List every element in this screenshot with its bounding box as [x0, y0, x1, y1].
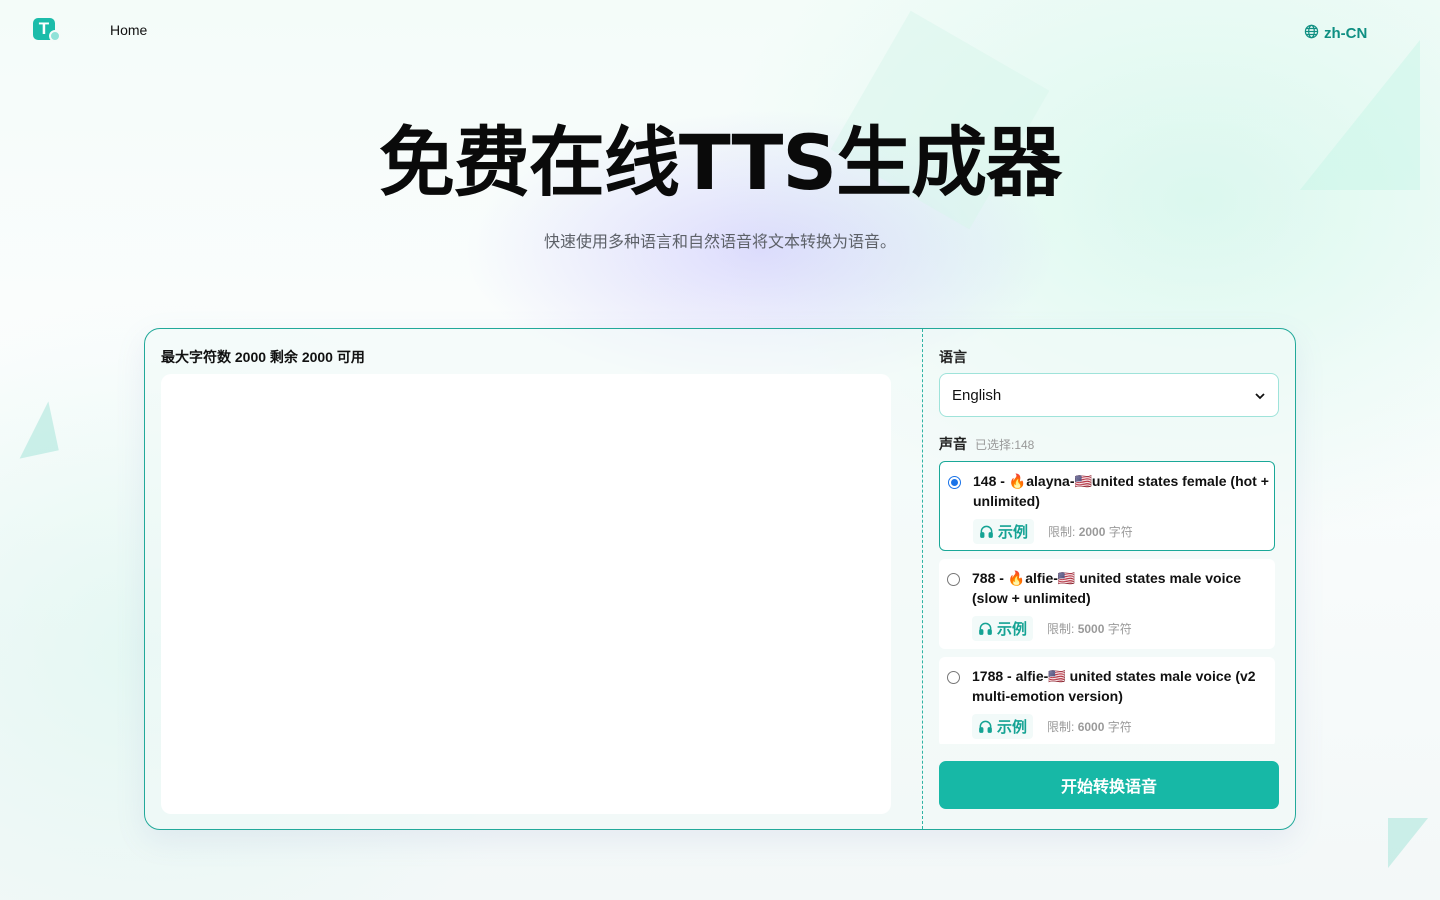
voice-name: 788 - 🔥alfie-🇺🇸 united states male voice…: [972, 570, 1242, 606]
language-label: 语言: [939, 349, 967, 365]
start-convert-button[interactable]: 开始转换语音: [939, 761, 1279, 809]
limit-unit: 字符: [1108, 525, 1133, 539]
globe-icon: [1304, 24, 1319, 43]
logo-dot-icon: [49, 30, 61, 42]
top-nav: T Home zh-CN: [0, 0, 1440, 64]
limit-prefix: 限制:: [1048, 525, 1076, 539]
limit-value: 5000: [1077, 622, 1105, 636]
sample-button[interactable]: 示例: [972, 714, 1034, 739]
language-select[interactable]: English: [939, 373, 1279, 417]
tts-panel: 最大字符数 2000 剩余 2000 可用 语言 English 声音 已选择:…: [144, 328, 1296, 830]
headphones-icon: [979, 720, 992, 733]
voice-meta: 示例 限制: 5000 字符: [972, 616, 1132, 641]
nav-home-link[interactable]: Home: [110, 22, 147, 38]
voice-option[interactable]: 148 - 🔥alayna-🇺🇸united states female (ho…: [939, 461, 1275, 551]
hero: 免费在线TTS生成器 快速使用多种语言和自然语音将文本转换为语音。: [0, 118, 1440, 252]
voice-radio[interactable]: [947, 671, 960, 684]
language-switch-label: zh-CN: [1324, 25, 1368, 42]
language-switcher[interactable]: zh-CN: [1304, 24, 1367, 43]
logo[interactable]: T: [33, 18, 61, 44]
voice-header: 声音 已选择:148: [939, 434, 1034, 454]
sample-label: 示例: [997, 719, 1028, 736]
sample-button[interactable]: 示例: [973, 519, 1035, 544]
headphones-icon: [980, 525, 993, 538]
voice-label: 声音: [939, 436, 967, 452]
voice-list[interactable]: 148 - 🔥alayna-🇺🇸united states female (ho…: [939, 461, 1275, 744]
voice-option[interactable]: 1788 - alfie-🇺🇸 united states male voice…: [939, 657, 1275, 744]
page-subtitle: 快速使用多种语言和自然语音将文本转换为语音。: [543, 234, 896, 251]
limit-prefix: 限制:: [1047, 622, 1075, 636]
voice-selected-text: 已选择:148: [975, 438, 1035, 452]
decorative-shape: [9, 401, 59, 459]
sample-button[interactable]: 示例: [972, 616, 1034, 641]
panel-divider: [922, 329, 923, 829]
char-count-info: 最大字符数 2000 剩余 2000 可用: [161, 349, 365, 365]
voice-limit: 限制: 2000 字符: [1048, 523, 1133, 540]
chevron-down-icon: [1254, 389, 1266, 401]
settings-section: 语言 English 声音 已选择:148 148 - 🔥alayna-🇺🇸un…: [939, 347, 1279, 809]
voice-meta: 示例 限制: 6000 字符: [972, 714, 1132, 739]
voice-name: 1788 - alfie-🇺🇸 united states male voice…: [972, 668, 1256, 704]
limit-prefix: 限制:: [1047, 720, 1075, 734]
sample-label: 示例: [998, 524, 1029, 541]
voice-name: 148 - 🔥alayna-🇺🇸united states female (ho…: [973, 473, 1269, 509]
voice-meta: 示例 限制: 2000 字符: [973, 519, 1133, 544]
decorative-shape: [1388, 818, 1428, 868]
voice-limit: 限制: 6000 字符: [1047, 718, 1132, 735]
voice-radio[interactable]: [947, 573, 960, 586]
voice-radio[interactable]: [948, 476, 961, 489]
sample-label: 示例: [997, 621, 1028, 638]
voice-option[interactable]: 788 - 🔥alfie-🇺🇸 united states male voice…: [939, 559, 1275, 649]
language-select-value: English: [952, 386, 1002, 404]
text-input[interactable]: [161, 374, 891, 814]
limit-unit: 字符: [1107, 622, 1132, 636]
limit-value: 2000: [1078, 525, 1106, 539]
limit-value: 6000: [1077, 720, 1105, 734]
text-editor-section: 最大字符数 2000 剩余 2000 可用: [161, 347, 891, 814]
limit-unit: 字符: [1107, 720, 1132, 734]
voice-limit: 限制: 5000 字符: [1047, 620, 1132, 637]
headphones-icon: [979, 622, 992, 635]
page-title: 免费在线TTS生成器: [378, 118, 1062, 207]
